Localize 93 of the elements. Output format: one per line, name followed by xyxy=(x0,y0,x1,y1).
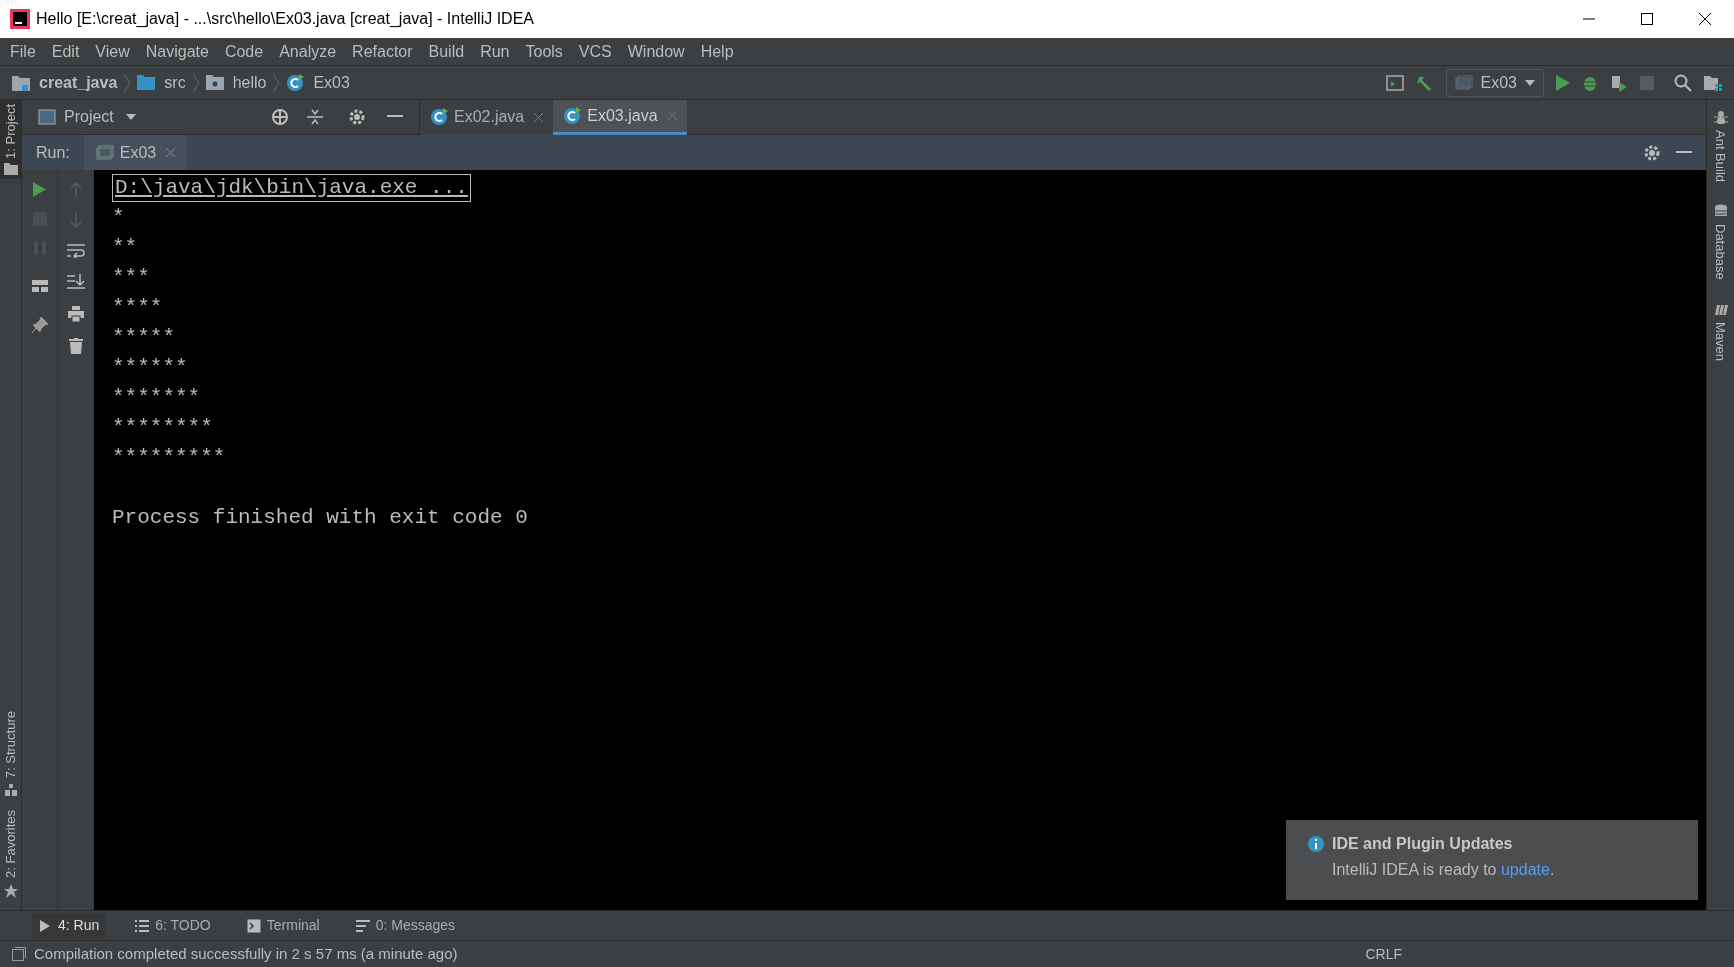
chevron-icon xyxy=(273,73,280,92)
tool-window-tab[interactable]: Maven xyxy=(1710,301,1731,361)
run-panel-label: Run: xyxy=(36,142,70,163)
editor-tab[interactable]: Ex03.java xyxy=(553,99,687,135)
trash-icon[interactable] xyxy=(68,338,83,354)
database-icon xyxy=(1713,204,1728,219)
tool-window-tab[interactable]: 0: Messages xyxy=(349,912,462,939)
output-line: ******** xyxy=(112,415,214,441)
project-panel-header[interactable]: Project xyxy=(22,99,420,135)
output-line: ***** xyxy=(112,325,176,351)
list-icon xyxy=(135,918,150,933)
menu-item[interactable]: Navigate xyxy=(137,39,217,64)
output-line: ****** xyxy=(112,355,189,381)
tool-window-tab[interactable]: 2: Favorites xyxy=(0,810,21,898)
coverage-icon[interactable] xyxy=(1610,73,1628,92)
panel-icon xyxy=(38,109,56,125)
tool-window-tab[interactable]: 4: Run xyxy=(32,912,106,939)
exit-message: Process finished with exit code 0 xyxy=(112,505,529,531)
notification-title: IDE and Plugin Updates xyxy=(1332,834,1513,854)
output-line: ******* xyxy=(112,385,202,411)
class-icon xyxy=(286,73,305,92)
caret-icon xyxy=(1525,79,1535,86)
tool-window-tab[interactable]: Terminal xyxy=(240,912,326,939)
menu-item[interactable]: VCS xyxy=(570,39,620,64)
menu-item[interactable]: View xyxy=(87,39,138,64)
project-structure-icon[interactable] xyxy=(1704,74,1722,91)
menu-item[interactable]: Build xyxy=(420,39,473,64)
output-line: ********* xyxy=(112,445,227,471)
collapse-icon[interactable] xyxy=(307,109,323,125)
run-icon[interactable] xyxy=(1556,74,1570,91)
tool-window-tab[interactable]: 7: Structure xyxy=(0,710,21,797)
tool-window-tab[interactable]: Ant Build xyxy=(1710,110,1731,183)
structure-icon xyxy=(4,784,17,797)
breadcrumb-item[interactable]: hello xyxy=(232,70,267,95)
tool-window-tab[interactable]: 6: TODO xyxy=(129,912,217,939)
rerun-icon[interactable] xyxy=(33,182,46,197)
window-icon xyxy=(95,144,114,161)
menu-item[interactable]: File xyxy=(2,39,44,64)
menu-item[interactable]: Run xyxy=(472,39,518,64)
window-icon xyxy=(1454,74,1473,91)
folder-icon xyxy=(137,75,156,90)
terminal-icon xyxy=(246,918,261,933)
layout-icon[interactable] xyxy=(31,280,48,292)
output-line: **** xyxy=(112,295,164,321)
chevron-icon xyxy=(192,73,199,92)
run-configuration-dropdown[interactable]: Ex03 xyxy=(1445,68,1544,97)
settings-icon[interactable] xyxy=(1644,144,1660,161)
command-link[interactable]: D:\java\jdk\bin\java.exe ... xyxy=(112,174,471,202)
app-logo-icon xyxy=(10,9,30,29)
menu-item[interactable]: Analyze xyxy=(271,39,345,64)
wrap-icon[interactable] xyxy=(66,244,85,258)
window-title: Hello [E:\creat_java] - ...\src\hello\Ex03.java [creat_java] - IntelliJ IDEA xyxy=(36,9,534,29)
status-message: Compilation completed successfully in 2 s 57 ms (a minute ago) xyxy=(34,943,458,964)
scroll-to-end-icon[interactable] xyxy=(66,274,85,290)
settings-icon[interactable] xyxy=(349,109,365,125)
breadcrumb-item[interactable]: Ex03 xyxy=(313,70,350,95)
update-link[interactable]: update xyxy=(1500,861,1550,878)
output-line: * xyxy=(112,205,126,231)
list-icon xyxy=(355,918,370,933)
search-icon[interactable] xyxy=(1674,73,1692,92)
caret-icon xyxy=(125,114,136,120)
menu-item[interactable]: Help xyxy=(692,39,742,64)
print-icon[interactable] xyxy=(67,306,84,322)
breadcrumb-item[interactable]: creat_java xyxy=(39,70,118,95)
minimize-icon[interactable] xyxy=(387,115,403,119)
project-tool-tab[interactable]: 1: Project xyxy=(0,100,22,179)
breadcrumb-item[interactable]: src xyxy=(164,70,186,95)
folder-icon xyxy=(3,162,18,175)
locate-icon[interactable] xyxy=(271,108,289,126)
output-line: *** xyxy=(112,265,151,291)
menu-item[interactable]: Tools xyxy=(517,39,571,64)
class-icon xyxy=(563,106,582,125)
run-tab[interactable]: Ex03 xyxy=(83,135,188,170)
star-icon xyxy=(3,884,18,898)
folder-icon xyxy=(12,74,30,91)
menu-item[interactable]: Edit xyxy=(43,39,88,64)
folder-icon xyxy=(205,75,224,90)
pin-icon[interactable] xyxy=(31,317,48,333)
menu-item[interactable]: Refactor xyxy=(344,39,421,64)
square-icon[interactable] xyxy=(12,947,26,961)
output-line: ** xyxy=(112,235,139,261)
menu-item[interactable]: Code xyxy=(216,39,272,64)
terminal-window-icon[interactable] xyxy=(1385,74,1404,91)
tool-window-tab[interactable]: Database xyxy=(1710,204,1731,280)
class-icon xyxy=(430,108,448,126)
close-icon[interactable] xyxy=(166,148,176,157)
notification-message: IntelliJ IDEA is ready to update. xyxy=(1332,860,1556,880)
close-icon[interactable] xyxy=(534,112,544,122)
chevron-icon xyxy=(124,73,131,92)
info-icon xyxy=(1308,836,1324,852)
play-icon xyxy=(38,918,52,933)
status-item[interactable]: CRLF xyxy=(1365,943,1402,965)
menu-item[interactable]: Window xyxy=(619,39,693,64)
